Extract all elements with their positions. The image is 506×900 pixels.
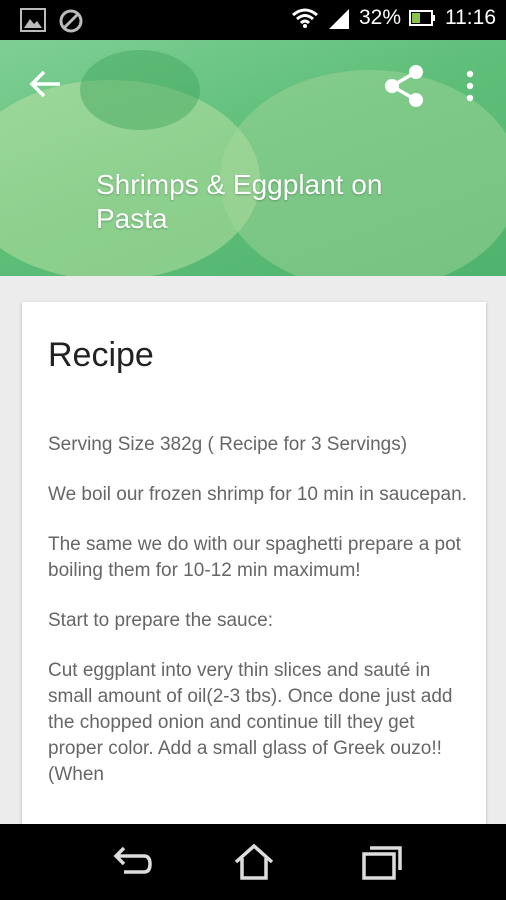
gallery-icon (20, 8, 46, 32)
system-status: 32% 11:16 (291, 6, 496, 30)
share-icon[interactable] (380, 62, 428, 110)
navigation-bar (0, 824, 506, 900)
recipe-body: Serving Size 382g ( Recipe for 3 Serving… (48, 432, 468, 812)
recipe-paragraph: We boil our frozen shrimp for 10 min in … (48, 484, 467, 505)
recipe-paragraph: Serving Size 382g ( Recipe for 3 Serving… (48, 434, 408, 455)
nav-back-icon[interactable] (106, 842, 154, 882)
clock: 11:16 (445, 6, 496, 29)
battery-icon (409, 10, 435, 26)
recipe-card: Recipe Serving Size 382g ( Recipe for 3 … (22, 302, 486, 842)
nav-recents-icon[interactable] (356, 842, 404, 882)
status-bar: 32% 11:16 (0, 0, 506, 40)
recipe-paragraph: Start to prepare the sauce: (48, 610, 273, 631)
recipe-paragraph: The same we do with our spaghetti prepar… (48, 534, 461, 581)
block-icon (59, 9, 83, 33)
recipe-heading: Recipe (48, 336, 154, 374)
battery-percent: 32% (358, 6, 401, 29)
notification-icons (20, 8, 84, 34)
recipe-paragraph: Cut eggplant into very thin slices and s… (48, 660, 453, 785)
nav-home-icon[interactable] (230, 842, 278, 882)
more-options-icon[interactable] (458, 62, 482, 110)
header-image-detail (80, 50, 200, 130)
recipe-header: Shrimps & Eggplant on Pasta (0, 40, 506, 276)
back-arrow-icon[interactable] (26, 64, 66, 104)
signal-icon (328, 9, 349, 29)
wifi-icon (292, 8, 318, 28)
recipe-title: Shrimps & Eggplant on Pasta (96, 169, 383, 234)
